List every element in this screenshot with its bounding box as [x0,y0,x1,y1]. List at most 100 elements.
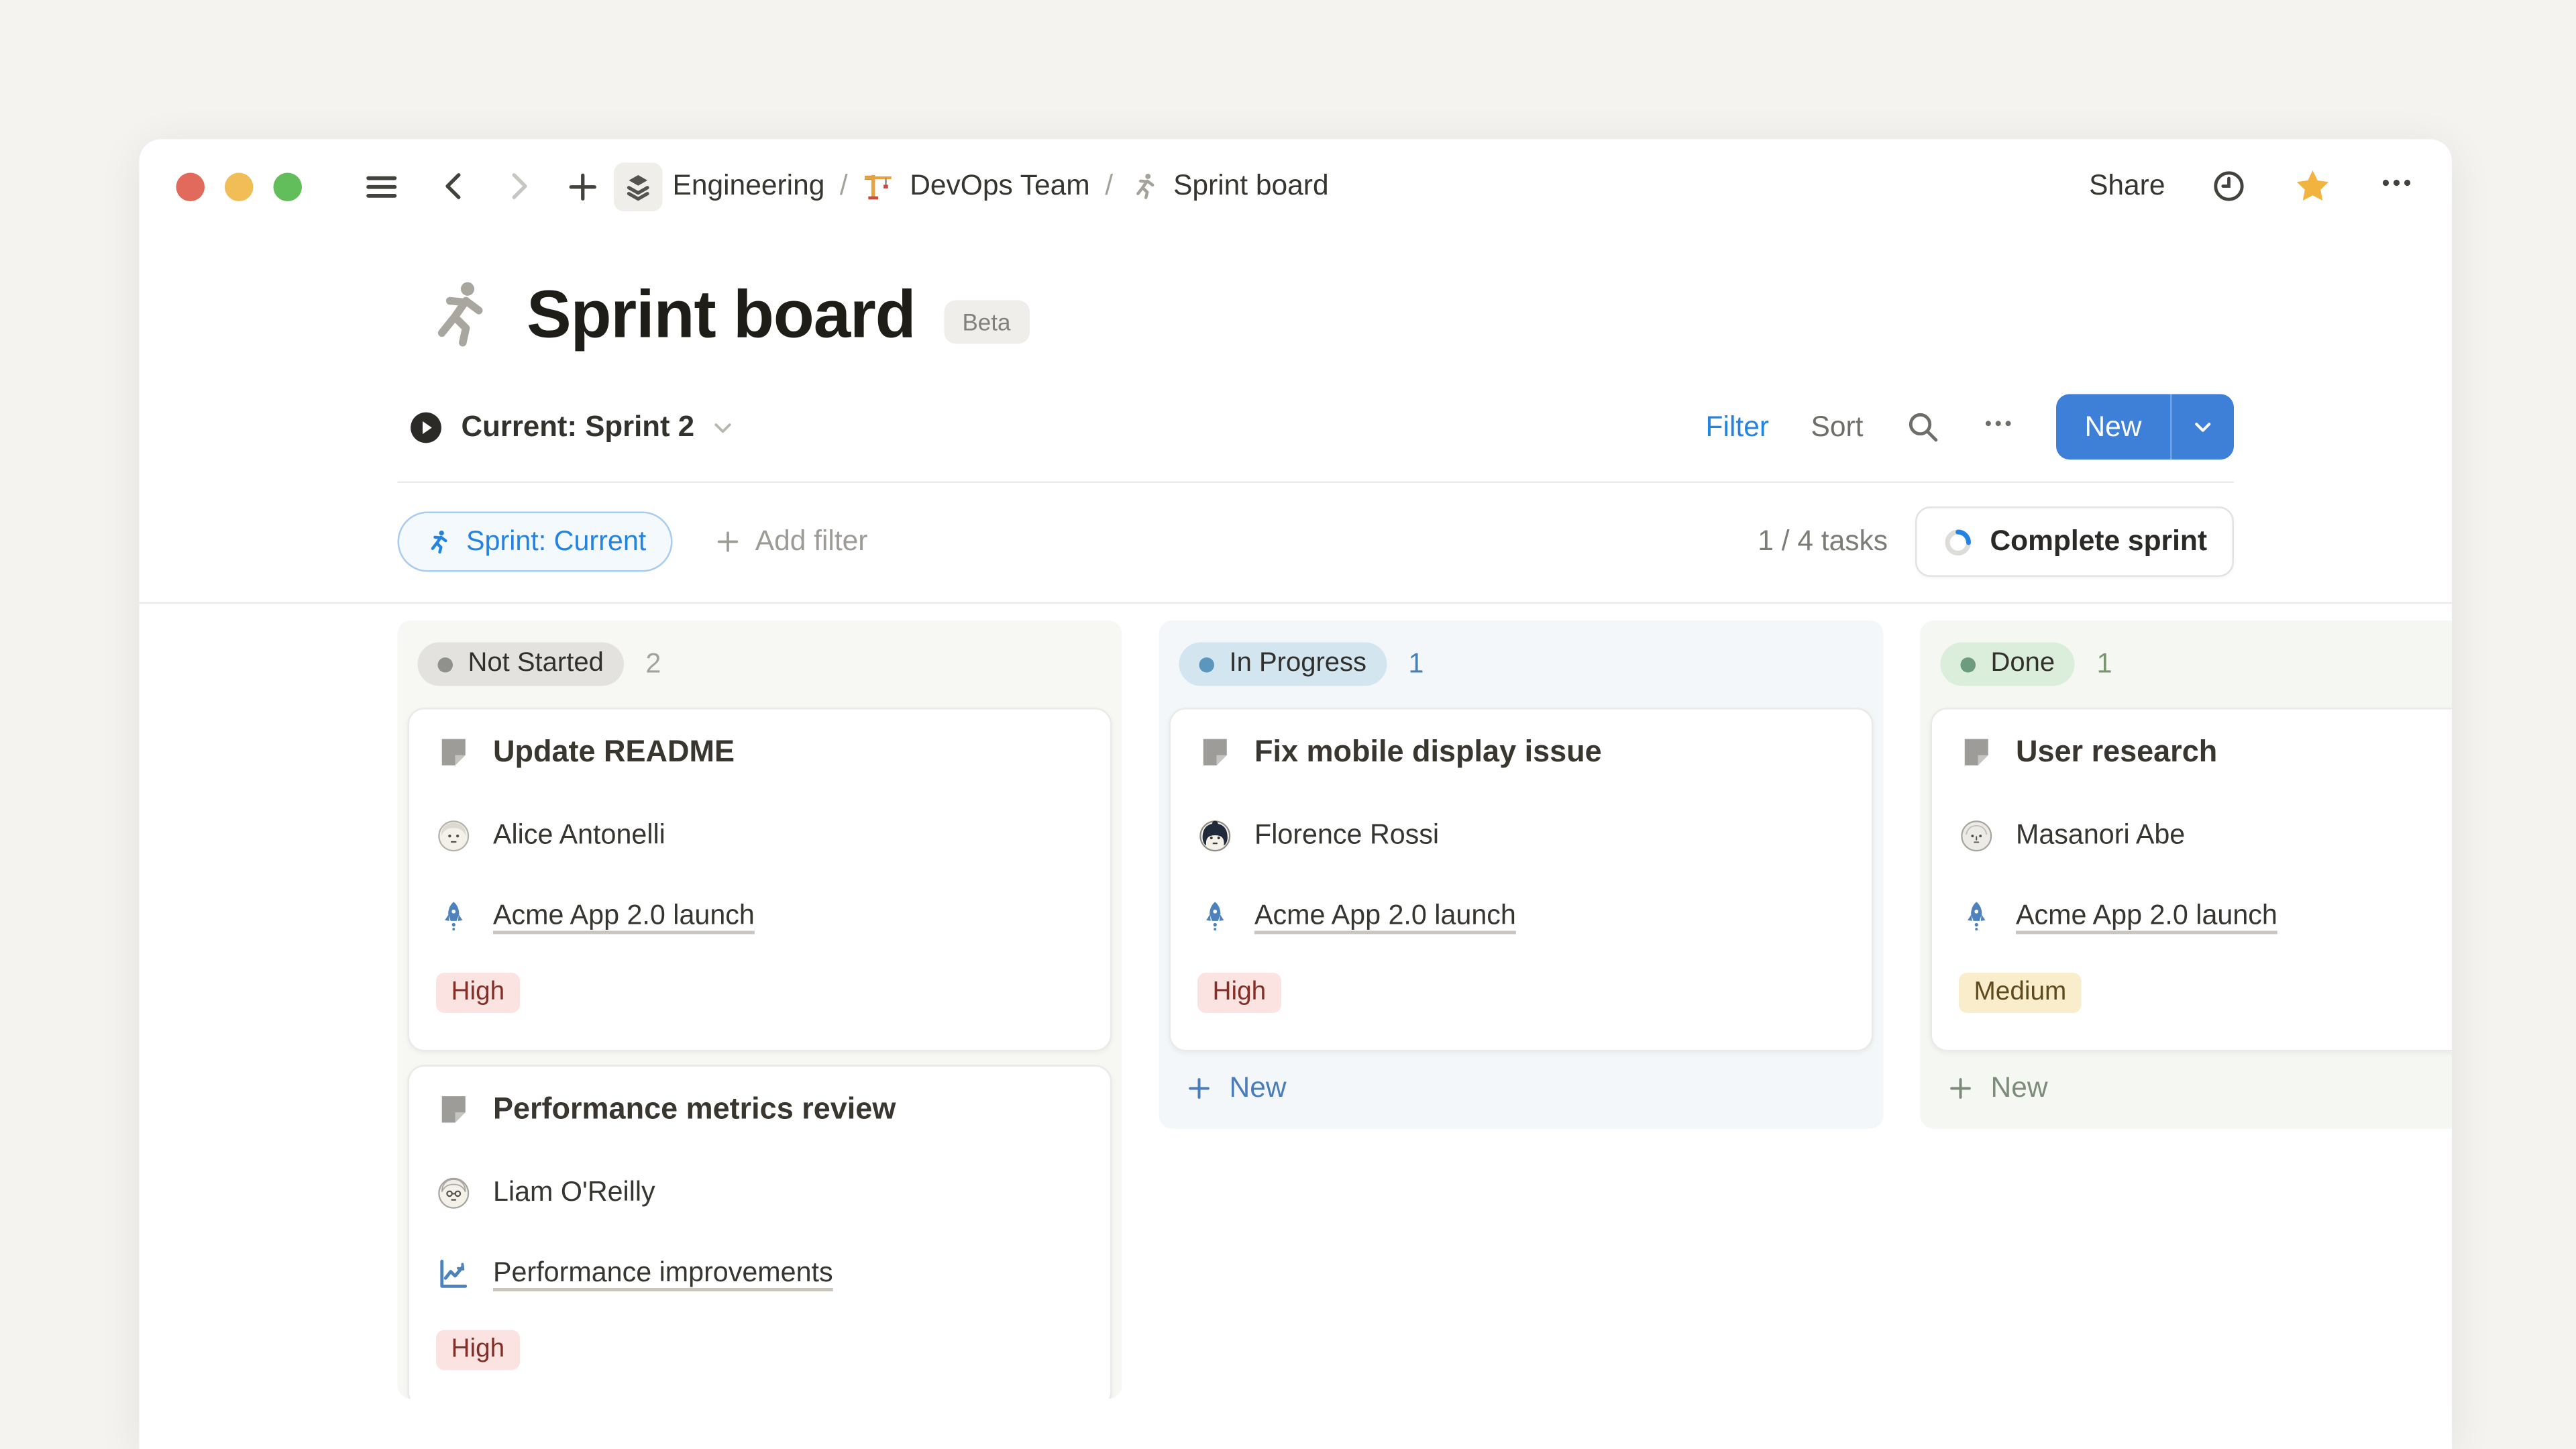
runner-icon [1128,170,1161,203]
add-card-button[interactable]: New [1931,1059,2453,1119]
share-button[interactable]: Share [2089,170,2165,203]
kanban-board: Not Started 2 Update README Alice Antone… [398,621,2453,1399]
add-filter-label: Add filter [755,525,868,559]
chevron-down-icon [711,415,735,439]
column-name: In Progress [1230,649,1367,680]
card-title-row: Update README [436,735,1083,770]
project-link[interactable]: Performance improvements [493,1258,833,1290]
task-card-performance-metrics-review[interactable]: Performance metrics review Liam O'Reilly… [408,1065,1112,1399]
new-task-split-button[interactable]: New [2056,394,2234,460]
add-card-button[interactable]: New [1169,1059,1874,1119]
card-title: User research [2016,735,2217,770]
priority-badge: High [436,1330,520,1371]
card-title: Performance metrics review [493,1092,896,1128]
breadcrumb-item-engineering[interactable]: Engineering [673,170,825,203]
runner-icon [425,527,453,556]
assignee-name: Alice Antonelli [493,820,665,853]
complete-sprint-label: Complete sprint [1990,525,2207,559]
task-card-fix-mobile-display-issue[interactable]: Fix mobile display issue Florence Rossi … [1169,708,1874,1052]
card-assignee-row: Alice Antonelli [436,818,1083,854]
workspace-icon-button[interactable] [614,162,663,211]
status-pill-not-started[interactable]: Not Started [418,643,624,686]
page-header: Sprint board Beta [140,233,2453,354]
sidebar-menu-icon[interactable] [356,161,406,211]
page-title: Sprint board [527,278,915,354]
project-link[interactable]: Acme App 2.0 launch [1254,901,1516,933]
new-page-icon[interactable] [557,161,607,211]
add-filter-button[interactable]: Add filter [715,525,868,559]
crane-icon [863,170,896,203]
plus-icon [1947,1075,1974,1102]
assignee-name: Liam O'Reilly [493,1177,655,1210]
clock-history-icon[interactable] [2210,168,2247,205]
more-options-icon[interactable] [2378,164,2415,209]
favorite-star-icon[interactable] [2293,166,2333,207]
note-page-icon [1197,735,1233,770]
board-divider [140,602,2453,604]
titlebar: Engineering / DevOps Team / Sprint board… [140,140,2453,233]
sprint-filter-chip[interactable]: Sprint: Current [398,512,674,572]
column-in-progress: In Progress 1 Fix mobile display issue F… [1159,621,1884,1129]
add-card-label: New [1230,1072,1287,1106]
card-title-row: Fix mobile display issue [1197,735,1845,770]
breadcrumb-item-devops-team[interactable]: DevOps Team [863,170,1090,203]
column-count: 1 [2097,648,2112,680]
column-header: In Progress 1 [1169,634,1874,694]
forward-icon[interactable] [493,161,543,211]
sprint-filter-label: Sprint: Current [466,526,646,558]
filter-bar: Sprint: Current Add filter 1 / 4 tasks C… [140,483,2453,577]
sort-button[interactable]: Sort [1811,410,1863,443]
breadcrumb-separator: / [1105,170,1113,203]
column-header: Done 1 [1931,634,2453,694]
card-title: Update README [493,735,735,770]
new-task-button-label[interactable]: New [2056,410,2170,443]
line-chart-icon [436,1256,472,1292]
card-project-row: Acme App 2.0 launch [436,899,1083,934]
column-header: Not Started 2 [408,634,1112,694]
card-title: Fix mobile display issue [1254,735,1602,770]
project-link[interactable]: Acme App 2.0 launch [2016,901,2277,933]
task-card-update-readme[interactable]: Update README Alice Antonelli Acme App 2… [408,708,1112,1052]
rocket-icon [1197,899,1233,934]
add-card-label: New [1991,1072,2048,1106]
card-project-row: Acme App 2.0 launch [1197,899,1845,934]
note-page-icon [436,735,472,770]
view-toolbar-actions: Filter Sort New [1706,394,2234,460]
filter-button[interactable]: Filter [1706,410,1769,443]
view-more-icon[interactable] [1982,407,2015,447]
view-selector[interactable]: Current: Sprint 2 [408,409,735,445]
new-task-dropdown-chevron-icon[interactable] [2172,416,2235,438]
status-pill-done[interactable]: Done [1941,643,2076,686]
task-card-user-research[interactable]: User research Masanori Abe Acme App 2.0 … [1931,708,2453,1052]
app-window: Engineering / DevOps Team / Sprint board… [140,140,2453,1449]
avatar [436,818,472,854]
screenshot-root: Engineering / DevOps Team / Sprint board… [0,0,2576,1449]
play-circle-icon [408,409,445,445]
back-icon[interactable] [429,161,480,211]
card-assignee-row: Masanori Abe [1959,818,2452,854]
priority-badge: High [1197,973,1281,1013]
note-page-icon [436,1092,472,1128]
status-dot-icon [1199,657,1215,672]
search-icon[interactable] [1905,409,1941,445]
card-project-row: Performance improvements [436,1256,1083,1292]
zoom-window-button[interactable] [274,172,303,201]
project-link[interactable]: Acme App 2.0 launch [493,901,755,933]
status-pill-in-progress[interactable]: In Progress [1179,643,1387,686]
complete-sprint-button[interactable]: Complete sprint [1915,506,2234,577]
card-title-row: User research [1959,735,2452,770]
view-selector-label: Current: Sprint 2 [462,409,695,445]
avatar [1959,818,1994,854]
breadcrumb-item-sprint-board[interactable]: Sprint board [1128,170,1329,203]
status-dot-icon [1961,657,1976,672]
titlebar-actions: Share [2089,164,2415,209]
column-done: Done 1 User research Masanori Abe [1921,621,2453,1129]
close-window-button[interactable] [176,172,205,201]
runner-icon [421,277,498,354]
plus-icon [1186,1075,1213,1102]
window-controls [176,172,303,201]
minimize-window-button[interactable] [225,172,254,201]
rocket-icon [436,899,472,934]
column-name: Done [1991,649,2055,680]
view-toolbar: Current: Sprint 2 Filter Sort New [140,354,2453,460]
